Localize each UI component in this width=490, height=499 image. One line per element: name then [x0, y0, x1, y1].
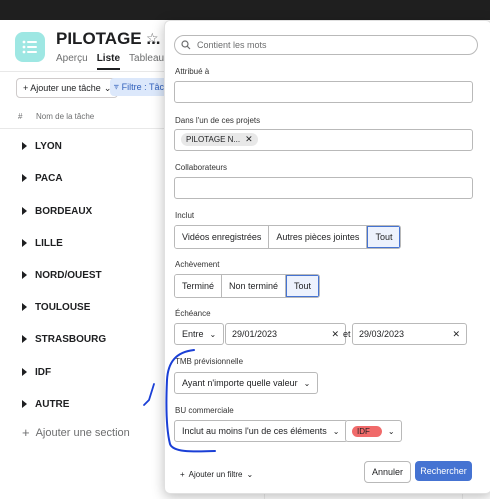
expand-triangle-icon[interactable]	[22, 335, 27, 343]
tmb-label: TMB prévisionnelle	[175, 357, 244, 366]
section-lyon[interactable]: LYON	[22, 138, 62, 154]
chevron-down-icon: ⌄	[387, 426, 395, 436]
included-attachments[interactable]: Autres pièces jointes	[269, 226, 368, 248]
expand-triangle-icon[interactable]	[22, 239, 27, 247]
due-start-value: 29/01/2023	[232, 329, 278, 339]
bu-operator-select[interactable]: Inclut au moins l'un de ces éléments ⌄	[174, 420, 348, 442]
due-label: Échéance	[175, 309, 211, 318]
add-filter-label: Ajouter un filtre	[188, 470, 243, 479]
included-segmented: Vidéos enregistrées Autres pièces jointe…	[174, 225, 402, 249]
search-input[interactable]: Contient les mots	[174, 35, 478, 55]
bu-operator-value: Inclut au moins l'un de ces éléments	[182, 426, 327, 436]
project-chip: PILOTAGE N... ✕	[181, 133, 258, 146]
due-end-value: 29/03/2023	[359, 329, 405, 339]
project-tabs: Aperçu Liste Tableau	[56, 53, 164, 70]
search-button[interactable]: Rechercher	[415, 461, 472, 481]
chevron-down-icon: ⌄	[303, 378, 311, 388]
projects-field[interactable]: PILOTAGE N... ✕	[174, 129, 473, 151]
collaborators-field[interactable]	[174, 177, 473, 199]
tmb-select[interactable]: Ayant n'importe quelle valeur ⌄	[174, 372, 319, 394]
section-lille[interactable]: LILLE	[22, 235, 63, 251]
section-strasbourg[interactable]: STRASBOURG	[22, 331, 106, 347]
projects-label: Dans l'un de ces projets	[175, 116, 261, 125]
expand-triangle-icon[interactable]	[22, 207, 27, 215]
search-icon	[181, 40, 191, 50]
tab-liste[interactable]: Liste	[96, 53, 121, 70]
remove-icon[interactable]: ✕	[245, 134, 253, 145]
expand-triangle-icon[interactable]	[22, 400, 27, 408]
tab-tableau[interactable]: Tableau	[129, 53, 164, 70]
section-autre[interactable]: AUTRE	[22, 396, 69, 412]
plus-icon: +	[22, 425, 30, 440]
included-label: Inclut	[175, 211, 195, 220]
clear-icon[interactable]: ✕	[452, 329, 460, 340]
collaborators-label: Collaborateurs	[175, 163, 228, 172]
add-task-label: + Ajouter une tâche	[23, 83, 101, 93]
section-label: TOULOUSE	[35, 301, 91, 313]
section-label: LILLE	[35, 237, 63, 249]
bu-value-select[interactable]: IDF ⌄	[345, 420, 402, 442]
due-mode-select[interactable]: Entre ⌄	[174, 323, 225, 345]
tmb-value: Ayant n'importe quelle valeur	[182, 378, 298, 388]
completion-done[interactable]: Terminé	[175, 275, 223, 297]
completion-not-done[interactable]: Non terminé	[222, 275, 287, 297]
project-chip-label: PILOTAGE N...	[186, 135, 241, 144]
section-toulouse[interactable]: TOULOUSE	[22, 299, 90, 315]
due-end-field[interactable]: 29/03/2023 ✕	[352, 323, 467, 345]
section-label: IDF	[35, 366, 52, 378]
due-mode-value: Entre	[182, 329, 204, 339]
bu-label: BU commerciale	[175, 406, 234, 415]
expand-triangle-icon[interactable]	[22, 303, 27, 311]
expand-triangle-icon[interactable]	[22, 368, 27, 376]
tab-apercu[interactable]: Aperçu	[56, 53, 88, 70]
expand-triangle-icon[interactable]	[22, 142, 27, 150]
assigned-label: Attribué à	[175, 67, 210, 76]
add-section-label: Ajouter une section	[35, 426, 130, 439]
section-label: PACA	[35, 172, 63, 184]
plus-icon: +	[180, 470, 185, 479]
project-title[interactable]: PILOTAGE ...	[56, 29, 161, 49]
section-label: LYON	[35, 140, 62, 152]
assigned-field[interactable]	[174, 81, 473, 103]
chevron-down-icon: ⌄	[332, 426, 340, 436]
completion-label: Achèvement	[175, 260, 220, 269]
due-start-field[interactable]: 29/01/2023 ✕	[225, 323, 346, 345]
due-and-label: et	[343, 329, 351, 339]
bu-value-pill: IDF	[352, 425, 382, 437]
section-label: BORDEAUX	[35, 205, 93, 217]
col-task-name[interactable]: Nom de la tâche	[36, 112, 94, 121]
completion-all[interactable]: Tout	[286, 275, 320, 297]
section-label: AUTRE	[35, 398, 70, 410]
included-all[interactable]: Tout	[367, 226, 401, 248]
completion-segmented: Terminé Non terminé Tout	[174, 274, 321, 298]
star-icon[interactable]: ☆	[146, 30, 159, 47]
chevron-down-icon: ⌄	[246, 470, 254, 479]
add-filter-button[interactable]: + Ajouter un filtre ⌄	[180, 470, 253, 479]
col-number: #	[18, 112, 23, 121]
section-label: STRASBOURG	[35, 333, 107, 345]
section-bordeaux[interactable]: BORDEAUX	[22, 203, 92, 219]
clear-icon[interactable]: ✕	[331, 329, 339, 340]
add-task-button[interactable]: + Ajouter une tâche ⌄	[16, 78, 119, 98]
included-videos[interactable]: Vidéos enregistrées	[175, 226, 270, 248]
search-placeholder: Contient les mots	[197, 40, 267, 50]
expand-triangle-icon[interactable]	[22, 174, 27, 182]
expand-triangle-icon[interactable]	[22, 271, 27, 279]
project-list-icon[interactable]	[15, 32, 45, 62]
cancel-button[interactable]: Annuler	[364, 461, 411, 483]
chevron-down-icon: ⌄	[209, 329, 217, 339]
filter-panel: Contient les mots Attribué à Dans l'un d…	[164, 20, 490, 494]
section-idf[interactable]: IDF	[22, 364, 51, 380]
section-label: NORD/OUEST	[35, 269, 102, 281]
add-section-button[interactable]: + Ajouter une section	[22, 425, 130, 440]
filter-icon	[114, 84, 119, 90]
section-paca[interactable]: PACA	[22, 170, 63, 186]
section-nord-ouest[interactable]: NORD/OUEST	[22, 267, 102, 283]
